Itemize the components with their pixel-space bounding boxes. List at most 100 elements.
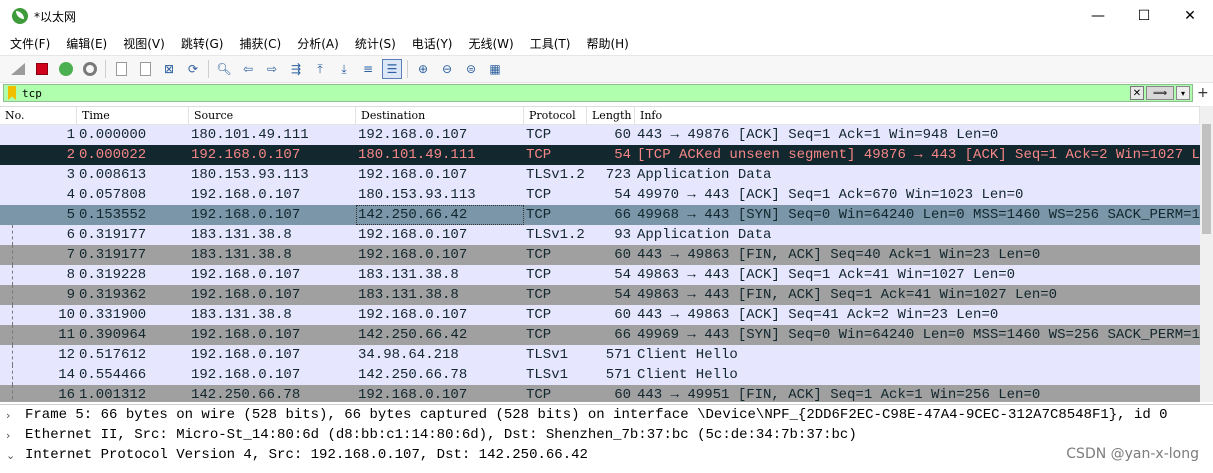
clear-filter-button[interactable]: ✕ [1130, 86, 1144, 100]
packet-row[interactable]: 5 0.153552 192.168.0.107 142.250.66.42 TCP 66… [0, 205, 1200, 225]
packet-row[interactable]: 7 0.319177 183.131.38.8 192.168.0.107 TCP 60 4… [0, 245, 1200, 265]
packet-no: 16 [0, 385, 77, 402]
save-file-button[interactable] [135, 59, 155, 79]
go-forward-button[interactable]: ⇨ [262, 59, 282, 79]
packet-no: 3 [0, 165, 77, 185]
packet-row[interactable]: 9 0.319362 192.168.0.107 183.131.38.8 TCP 54 4… [0, 285, 1200, 305]
packet-destination: 183.131.38.8 [356, 265, 524, 285]
bookmark-icon[interactable] [8, 86, 16, 100]
column-header-no[interactable]: No. [0, 107, 77, 125]
packet-info: 443 → 49951 [FIN, ACK] Seq=1 Ack=1 Win=2… [635, 385, 1200, 402]
menu-view[interactable]: 视图(V) [113, 35, 171, 52]
normal-size-button[interactable]: ⊜ [461, 59, 481, 79]
reload-file-button[interactable]: ⟳ [183, 59, 203, 79]
expand-arrow-icon[interactable]: › [6, 429, 20, 442]
menu-wireless[interactable]: 无线(W) [459, 35, 520, 52]
packet-info: Application Data [635, 165, 1200, 185]
go-back-button[interactable]: ⇦ [238, 59, 258, 79]
packet-list-scrollbar[interactable] [1200, 106, 1213, 402]
column-header-time[interactable]: Time [77, 107, 189, 125]
packet-row[interactable]: 1 0.000000 180.101.49.111 192.168.0.107 TCP 6… [0, 125, 1200, 145]
packet-row[interactable]: 2 0.000022 192.168.0.107 180.101.49.111 TCP 5… [0, 145, 1200, 165]
detail-frame[interactable]: › Frame 5: 66 bytes on wire (528 bits), … [0, 405, 1213, 425]
menu-tools[interactable]: 工具(T) [520, 35, 577, 52]
autoscroll-button[interactable]: ≡ [358, 59, 378, 79]
packet-no-text: 2 [66, 147, 75, 163]
packet-no-text: 10 [58, 307, 75, 323]
menu-go[interactable]: 跳转(G) [171, 35, 230, 52]
menu-file[interactable]: 文件(F) [0, 35, 56, 52]
packet-info: Application Data [635, 225, 1200, 245]
packet-info: 443 → 49876 [ACK] Seq=1 Ack=1 Win=948 Le… [635, 125, 1200, 145]
column-header-protocol[interactable]: Protocol [524, 107, 587, 125]
packet-destination: 183.131.38.8 [356, 285, 524, 305]
maximize-button[interactable]: ☐ [1121, 0, 1167, 32]
packet-source: 180.153.93.113 [189, 165, 356, 185]
packet-row[interactable]: 10 0.331900 183.131.38.8 192.168.0.107 TCP 60… [0, 305, 1200, 325]
packet-row[interactable]: 4 0.057808 192.168.0.107 180.153.93.113 TCP 5… [0, 185, 1200, 205]
start-capture-button[interactable] [8, 59, 28, 79]
column-header-destination[interactable]: Destination [356, 107, 524, 125]
apply-filter-button[interactable]: ⟹ [1146, 86, 1174, 100]
column-header-source[interactable]: Source [189, 107, 356, 125]
packet-source: 183.131.38.8 [189, 305, 356, 325]
packet-length-text: 571 [605, 347, 631, 363]
menu-telephony[interactable]: 电话(Y) [402, 35, 459, 52]
packet-row[interactable]: 14 0.554466 192.168.0.107 142.250.66.78 TLSv… [0, 365, 1200, 385]
menu-statistics[interactable]: 统计(S) [345, 35, 402, 52]
menu-edit[interactable]: 编辑(E) [56, 35, 113, 52]
colorize-button[interactable]: ☰ [382, 59, 402, 79]
packet-protocol: TCP [524, 145, 587, 165]
related-packet-line [12, 225, 13, 245]
packet-source: 192.168.0.107 [189, 185, 356, 205]
main-toolbar: ⊠ ⟳ 🔍︎ ⇦ ⇨ ⇶ ⤒ ⤓ ≡ ☰ ⊕ ⊖ ⊜ ▦ [0, 55, 1213, 83]
zoom-in-button[interactable]: ⊕ [413, 59, 433, 79]
detail-ipv4[interactable]: ⌄ Internet Protocol Version 4, Src: 192.… [0, 445, 1213, 465]
window-title: *以太网 [34, 9, 77, 24]
packet-row[interactable]: 3 0.008613 180.153.93.113 192.168.0.107 TLSv… [0, 165, 1200, 185]
close-button[interactable]: ✕ [1167, 0, 1213, 32]
column-header-info[interactable]: Info [635, 107, 1200, 125]
minimize-button[interactable]: — [1075, 0, 1121, 32]
resize-columns-icon: ▦ [489, 62, 501, 76]
menu-help[interactable]: 帮助(H) [576, 35, 634, 52]
close-file-button[interactable]: ⊠ [159, 59, 179, 79]
packet-length: 571 [587, 345, 635, 365]
packet-info: Client Hello [635, 365, 1200, 385]
find-packet-button[interactable]: 🔍︎ [214, 59, 234, 79]
title-bar: *以太网 — ☐ ✕ [0, 0, 1213, 32]
packet-length-text: 66 [614, 207, 631, 223]
expand-arrow-icon[interactable]: › [6, 409, 20, 422]
packet-row[interactable]: 11 0.390964 192.168.0.107 142.250.66.42 TCP 6… [0, 325, 1200, 345]
packet-source: 192.168.0.107 [189, 265, 356, 285]
capture-options-button[interactable] [80, 59, 100, 79]
packet-no-text: 16 [58, 387, 75, 402]
go-to-packet-button[interactable]: ⇶ [286, 59, 306, 79]
packet-row[interactable]: 16 1.001312 142.250.66.78 192.168.0.107 TCP 6… [0, 385, 1200, 402]
packet-time-text: 0.000000 [79, 127, 147, 143]
detail-text: Ethernet II, Src: Micro-St_14:80:6d (d8:… [25, 427, 857, 443]
packet-protocol: TCP [524, 385, 587, 402]
packet-row[interactable]: 6 0.319177 183.131.38.8 192.168.0.107 TLSv1.… [0, 225, 1200, 245]
packet-time-text: 0.390964 [79, 327, 147, 343]
first-packet-button[interactable]: ⤒ [310, 59, 330, 79]
add-filter-button[interactable]: + [1197, 85, 1209, 101]
stop-capture-button[interactable] [32, 59, 52, 79]
packet-source-text: 142.250.66.78 [191, 387, 301, 402]
menu-analyze[interactable]: 分析(A) [287, 35, 345, 52]
open-file-button[interactable] [111, 59, 131, 79]
last-packet-button[interactable]: ⤓ [334, 59, 354, 79]
column-header-length[interactable]: Length [587, 107, 635, 125]
filter-history-dropdown[interactable]: ▾ [1176, 86, 1190, 100]
collapse-arrow-icon[interactable]: ⌄ [6, 449, 20, 462]
display-filter-input[interactable] [22, 85, 1130, 101]
restart-capture-button[interactable] [56, 59, 76, 79]
packet-length-text: 93 [614, 227, 631, 243]
zoom-out-button[interactable]: ⊖ [437, 59, 457, 79]
resize-columns-button[interactable]: ▦ [485, 59, 505, 79]
packet-row[interactable]: 8 0.319228 192.168.0.107 183.131.38.8 TCP 54 4… [0, 265, 1200, 285]
packet-row[interactable]: 12 0.517612 192.168.0.107 34.98.64.218 TLSv1… [0, 345, 1200, 365]
detail-ethernet[interactable]: › Ethernet II, Src: Micro-St_14:80:6d (d… [0, 425, 1213, 445]
menu-capture[interactable]: 捕获(C) [229, 35, 287, 52]
scrollbar-thumb[interactable] [1202, 124, 1211, 234]
